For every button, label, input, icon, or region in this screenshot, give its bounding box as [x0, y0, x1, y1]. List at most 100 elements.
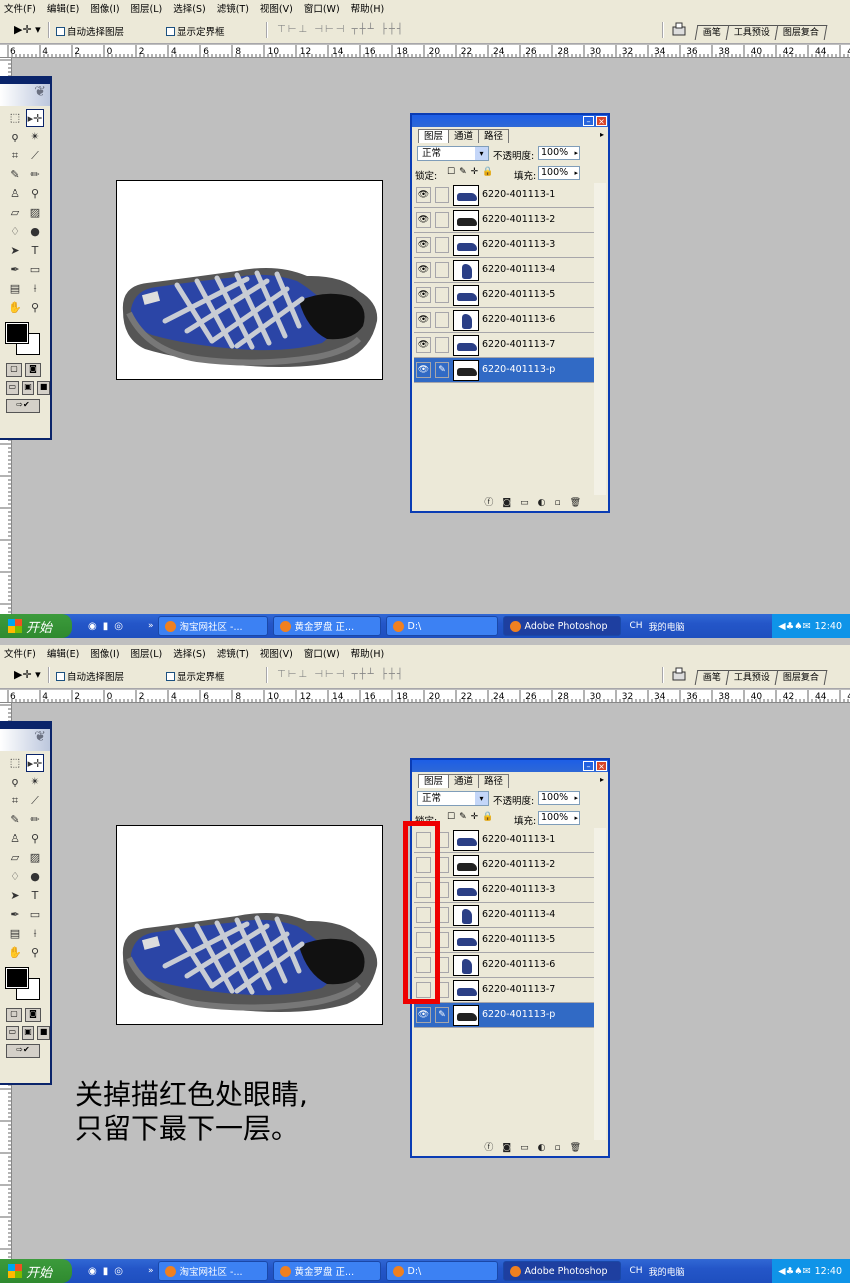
eye-icon[interactable]: 👁	[416, 187, 431, 203]
tray-icons[interactable]: ◀♣♠✉	[778, 621, 810, 632]
close-icon[interactable]: ×	[596, 116, 607, 126]
layer-row[interactable]: 👁 6220-401113-2	[414, 208, 598, 233]
layer-row[interactable]: 👁 ✎ 6220-401113-p	[414, 1003, 598, 1028]
crop-tool-icon[interactable]: ⌗	[6, 147, 24, 165]
palette-well-tab[interactable]: 工具预设	[725, 670, 779, 685]
menu-item[interactable]: 帮助(H)	[351, 1, 385, 15]
blend-mode-select[interactable]: 正常 ▾	[417, 791, 489, 806]
chevron-down-icon[interactable]: ▾	[475, 147, 488, 160]
palette-well-tab[interactable]: 画笔	[694, 25, 730, 40]
clone-stamp-icon[interactable]: ♙	[6, 830, 24, 848]
dodge-tool-icon[interactable]: ●	[26, 868, 44, 886]
checkbox-box[interactable]	[166, 671, 175, 681]
foreground-color[interactable]	[5, 322, 29, 344]
blend-mode-select[interactable]: 正常 ▾	[417, 146, 489, 161]
link-toggle[interactable]	[435, 337, 449, 353]
layer-row[interactable]: 👁 6220-401113-4	[414, 258, 598, 283]
brush-tool-icon[interactable]: ✏	[26, 166, 44, 184]
taskbar-button[interactable]: 淘宝网社区 -...	[157, 616, 268, 636]
lasso-tool-icon[interactable]: ϙ	[6, 128, 24, 146]
layer-row[interactable]: 👁 ✎ 6220-401113-p	[414, 358, 598, 383]
layer-list-scrollbar[interactable]	[594, 828, 606, 1140]
menu-item[interactable]: 视图(V)	[260, 1, 293, 15]
eyedropper-icon[interactable]: ⟊	[26, 280, 44, 298]
move-tool-icon[interactable]: ▶✛ ▾	[14, 668, 41, 681]
panel-tab[interactable]: 图层	[418, 129, 450, 143]
screen-mode-full-menu-icon[interactable]: ▣	[21, 1026, 35, 1040]
path-select-icon[interactable]: ➤	[6, 887, 24, 905]
brush-link-icon[interactable]: ✎	[435, 1007, 449, 1023]
panel-tab[interactable]: 路径	[478, 774, 510, 788]
taskbar-button[interactable]: D:\	[385, 1261, 498, 1281]
type-tool-icon[interactable]: T	[26, 242, 44, 260]
history-brush-icon[interactable]: ⚲	[26, 185, 44, 203]
checkbox-box[interactable]	[56, 671, 65, 681]
taskbar-button[interactable]: 淘宝网社区 -...	[157, 1261, 268, 1281]
move-tool-icon[interactable]: ▶✛ ▾	[14, 23, 41, 36]
panel-footer-icons[interactable]: ⓕ◙▭◐▫🗑	[414, 1140, 604, 1154]
panel-tab[interactable]: 通道	[448, 129, 480, 143]
checkbox-box[interactable]	[166, 26, 175, 36]
fill-input[interactable]: 100% ▸	[538, 166, 580, 180]
eraser-tool-icon[interactable]: ▱	[6, 849, 24, 867]
slider-arrow-icon[interactable]: ▸	[574, 792, 578, 804]
minimize-icon[interactable]: –	[583, 761, 594, 771]
panel-footer-icons[interactable]: ⓕ◙▭◐▫🗑	[414, 495, 604, 509]
lasso-tool-icon[interactable]: ϙ	[6, 773, 24, 791]
quick-launch-more-icon[interactable]: »	[148, 1266, 154, 1276]
document-canvas[interactable]	[116, 825, 383, 1025]
path-select-icon[interactable]: ➤	[6, 242, 24, 260]
shape-tool-icon[interactable]: ▭	[26, 261, 44, 279]
opacity-input[interactable]: 100% ▸	[538, 146, 580, 160]
gradient-tool-icon[interactable]: ▨	[26, 204, 44, 222]
palette-well-icon[interactable]	[672, 667, 686, 681]
menu-item[interactable]: 窗口(W)	[304, 1, 340, 15]
menu-item[interactable]: 编辑(E)	[47, 1, 79, 15]
eye-icon[interactable]: 👁	[416, 1007, 431, 1023]
layer-row[interactable]: 6220-401113-4	[414, 903, 598, 928]
notes-tool-icon[interactable]: ▤	[6, 925, 24, 943]
menu-item[interactable]: 图像(I)	[90, 1, 119, 15]
language-indicator[interactable]: CH	[630, 621, 643, 631]
blur-tool-icon[interactable]: ♢	[6, 223, 24, 241]
menu-item[interactable]: 文件(F)	[4, 646, 36, 660]
menu-item[interactable]: 编辑(E)	[47, 646, 79, 660]
standard-mode-icon[interactable]: ▢	[6, 1008, 22, 1022]
document-canvas[interactable]	[116, 180, 383, 380]
move-tool-icon[interactable]: ▸✛	[26, 754, 44, 772]
shape-tool-icon[interactable]: ▭	[26, 906, 44, 924]
close-icon[interactable]: ×	[596, 761, 607, 771]
quick-mask-icon[interactable]: ◙	[25, 1008, 41, 1022]
auto-select-layer-checkbox[interactable]: 自动选择图层	[56, 669, 124, 683]
jump-to-imageready-icon[interactable]: ⇨✔	[6, 1044, 40, 1058]
layer-row[interactable]: 👁 6220-401113-5	[414, 283, 598, 308]
opacity-input[interactable]: 100% ▸	[538, 791, 580, 805]
lock-icons[interactable]: ☐✎✛🔒	[447, 812, 497, 822]
quick-launch-icons[interactable]: ◉▮◎	[88, 1266, 148, 1277]
panel-menu-arrow-icon[interactable]: ▸	[600, 130, 604, 139]
menu-item[interactable]: 选择(S)	[173, 646, 205, 660]
layer-row[interactable]: 👁 6220-401113-6	[414, 308, 598, 333]
zoom-tool-icon[interactable]: ⚲	[26, 299, 44, 317]
link-toggle[interactable]	[435, 237, 449, 253]
quick-launch-more-icon[interactable]: »	[148, 621, 154, 631]
slice-tool-icon[interactable]: ⟋	[26, 792, 44, 810]
screen-mode-full-menu-icon[interactable]: ▣	[21, 381, 35, 395]
quick-launch-icons[interactable]: ◉▮◎	[88, 621, 148, 632]
history-brush-icon[interactable]: ⚲	[26, 830, 44, 848]
foreground-color[interactable]	[5, 967, 29, 989]
standard-mode-icon[interactable]: ▢	[6, 363, 22, 377]
fill-input[interactable]: 100% ▸	[538, 811, 580, 825]
magic-wand-icon[interactable]: ✴	[26, 773, 44, 791]
eye-icon[interactable]: 👁	[416, 262, 431, 278]
panel-tab[interactable]: 路径	[478, 129, 510, 143]
taskbar-button[interactable]: 黄金罗盘 正...	[272, 616, 381, 636]
move-tool-icon[interactable]: ▸✛	[26, 109, 44, 127]
hand-tool-icon[interactable]: ✋	[6, 944, 24, 962]
panel-tab[interactable]: 通道	[448, 774, 480, 788]
align-icons[interactable]: ⊤⊢⊥ ⊣⊢⊣ ┬┼┴ ├┼┤	[277, 24, 405, 35]
eye-icon[interactable]: 👁	[416, 312, 431, 328]
screen-mode-standard-icon[interactable]: ▭	[6, 1026, 19, 1040]
brush-link-icon[interactable]: ✎	[435, 362, 449, 378]
layer-list-scrollbar[interactable]	[594, 183, 606, 495]
